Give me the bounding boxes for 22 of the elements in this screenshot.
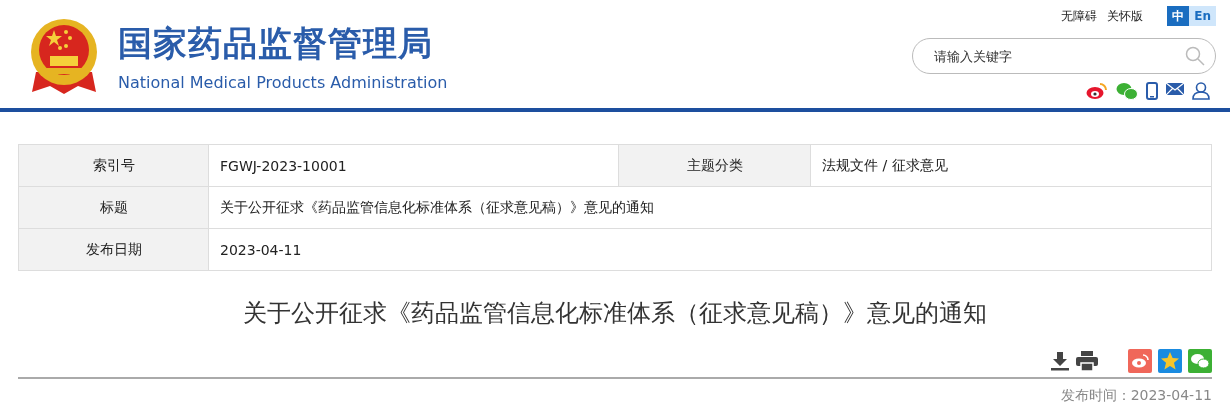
print-icon[interactable]	[1076, 351, 1098, 371]
table-value: 关于公开征求《药品监管信息化标准体系（征求意见稿）》意见的通知	[219, 197, 655, 217]
search-input[interactable]: 请输入关键字	[932, 41, 1185, 71]
table-label: 索引号	[19, 145, 209, 186]
language-tab[interactable]: 中	[1167, 6, 1190, 26]
download-icon[interactable]	[1050, 351, 1070, 371]
table-value: 2023-04-11	[219, 240, 303, 260]
language-tab[interactable]: En	[1189, 6, 1216, 26]
table-label: 标题	[19, 187, 209, 228]
mail-icon[interactable]	[1166, 82, 1184, 96]
star-share-icon[interactable]	[1158, 349, 1182, 373]
publish-date: 发布时间：2023-04-11	[1059, 387, 1212, 405]
header-link[interactable]: 无障碍	[1061, 7, 1098, 25]
header-link[interactable]: 关怀版	[1107, 7, 1144, 25]
user-icon[interactable]	[1192, 82, 1210, 100]
phone-icon[interactable]	[1146, 82, 1158, 100]
site-title: 国家药品监督管理局	[118, 21, 434, 65]
site-subtitle: National Medical Products Administration	[118, 72, 448, 92]
table-label: 主题分类	[619, 145, 811, 186]
table-value: 法规文件 / 征求意见	[821, 155, 949, 175]
table-label: 发布日期	[19, 229, 209, 270]
article-title: 关于公开征求《药品监管信息化标准体系（征求意见稿）》意见的通知	[242, 298, 988, 329]
